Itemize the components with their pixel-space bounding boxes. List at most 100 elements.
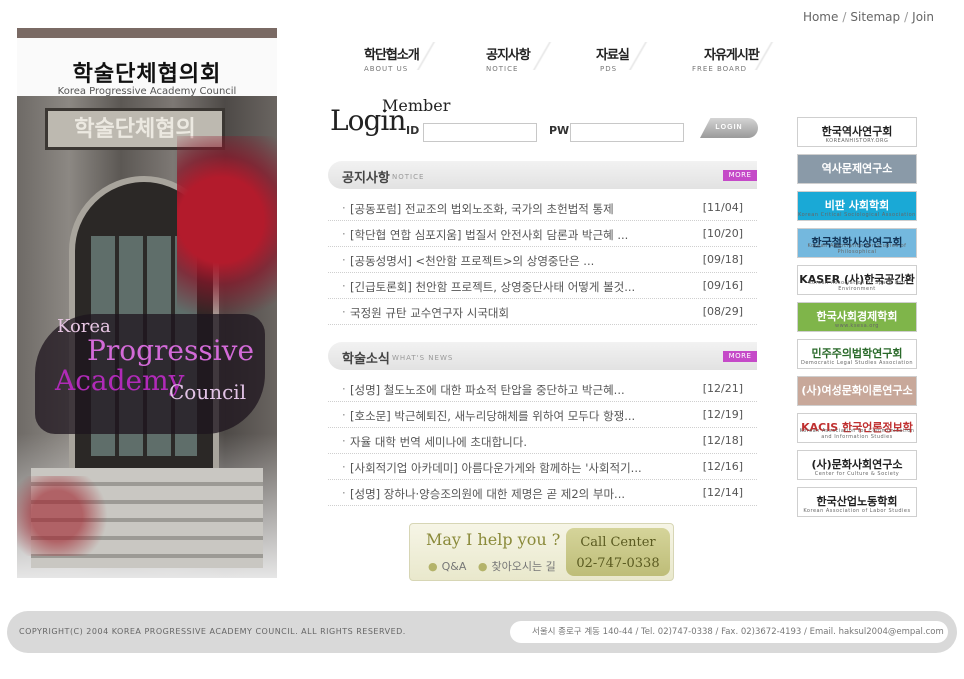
bullet-icon: ·: [342, 201, 346, 215]
list-item[interactable]: · [학단협 연합 심포지움] 법질서 안전사회 담론과 박근혜 ... [10/2…: [328, 221, 757, 247]
sitemap-link[interactable]: Sitemap: [850, 10, 900, 24]
nav-about-us[interactable]: 학단협소개 ABOUT US: [364, 42, 436, 73]
qa-link[interactable]: Q&A: [442, 560, 467, 573]
nav-label-en: FREE BOARD: [692, 65, 748, 73]
item-date: [11/04]: [702, 201, 743, 214]
partner-banner-label: 역사문제연구소: [821, 162, 893, 175]
bullet-icon: ·: [342, 253, 346, 267]
nav-slash-decoration: [416, 42, 436, 70]
nav-free-board[interactable]: 자유게시판 FREE BOARD: [692, 42, 774, 73]
partner-banner[interactable]: KASER (사)한국공간환경학회Korean Association of S…: [797, 265, 917, 295]
nav-label-kr: 자료실: [596, 48, 630, 63]
bullet-icon: ·: [342, 305, 346, 319]
bullet-icon: ·: [342, 279, 346, 293]
copyright-text: COPYRIGHT(C) 2004 KOREA PROGRESSIVE ACAD…: [19, 627, 406, 636]
partner-banner[interactable]: 민주주의법학연구회 Democratic Legal Studies Associ…: [797, 339, 917, 369]
nav-slash-decoration: [754, 42, 774, 70]
partner-banner[interactable]: 역사문제연구소: [797, 154, 917, 184]
partner-banner-subtitle: Korean Association for Studies of Philos…: [807, 243, 907, 255]
item-title[interactable]: 자율 대학 번역 세미나에 초대합니다.: [350, 434, 668, 450]
partner-banner-subtitle: KOREANHISTORY.ORG: [825, 138, 889, 144]
list-item[interactable]: · [호소문] 박근혜퇴진, 새누리당해체를 위하여 모두다 항쟁... [12/1…: [328, 402, 757, 428]
partner-banner[interactable]: 비판 사회학회 Korean Critical Sociological Asso…: [797, 191, 917, 221]
nav-pds[interactable]: 자료실 PDS: [596, 42, 648, 73]
partner-banner[interactable]: 한국철학사상연구회 Korean Association for Studies …: [797, 228, 917, 258]
partner-banner[interactable]: (사)여성문화이론연구소: [797, 376, 917, 406]
call-center-box: Call Center 02-747-0338: [566, 528, 670, 576]
password-input[interactable]: [570, 123, 684, 142]
brand-text-progressive: Progressive: [87, 334, 255, 367]
call-center-title: Call Center: [580, 535, 656, 550]
partner-banner[interactable]: 한국사회경제학회 www.ksesa.org: [797, 302, 917, 332]
news-more-button[interactable]: MORE: [723, 351, 757, 362]
list-item[interactable]: · [사회적기업 아카데미] 아름다운가게와 함께하는 '사회적기... [12/1…: [328, 454, 757, 480]
item-date: [12/16]: [702, 460, 743, 473]
item-title[interactable]: [사회적기업 아카데미] 아름다운가게와 함께하는 '사회적기...: [350, 460, 668, 476]
site-logo[interactable]: 학술단체협의회 Korea Progressive Academy Counci…: [17, 28, 277, 97]
partner-banner[interactable]: (사)문화사회연구소 Center for Culture & Society: [797, 450, 917, 480]
item-title[interactable]: [호소문] 박근혜퇴진, 새누리당해체를 위하여 모두다 항쟁...: [350, 408, 668, 424]
help-box: May I help you ? ● Q&A ● 찾아오시는 길 Call Cent…: [409, 523, 674, 581]
partner-banner-subtitle: Korean Association of Labor Studies: [803, 508, 911, 514]
directions-link[interactable]: 찾아오시는 길: [491, 560, 555, 573]
item-title[interactable]: 국정원 규탄 교수연구자 시국대회: [350, 305, 668, 321]
building-photo: 학술단체협의 Korea Progressive Academy Council: [17, 96, 277, 578]
partner-banner[interactable]: 한국역사연구회 KOREANHISTORY.ORG: [797, 117, 917, 147]
item-title[interactable]: [학단협 연합 심포지움] 법질서 안전사회 담론과 박근혜 ...: [350, 227, 668, 243]
bullet-icon: ·: [342, 434, 346, 448]
partner-banner-subtitle: Democratic Legal Studies Association: [800, 360, 913, 366]
item-title[interactable]: [공동성명서] <천안함 프로젝트>의 상영중단은 ...: [350, 253, 668, 269]
brand-text-council: Council: [169, 380, 247, 404]
bullet-icon: ·: [342, 382, 346, 396]
item-title[interactable]: [성명] 장하나·양승조의원에 대한 제명은 곧 제2의 부마...: [350, 486, 668, 502]
list-item[interactable]: · 자율 대학 번역 세미나에 초대합니다. [12/18]: [328, 428, 757, 454]
login-button[interactable]: LOGIN: [700, 118, 758, 138]
help-links: ● Q&A ● 찾아오시는 길: [428, 558, 556, 574]
item-date: [09/16]: [702, 279, 743, 292]
separator: /: [904, 10, 909, 24]
item-date: [12/14]: [702, 486, 743, 499]
item-title[interactable]: [성명] 철도노조에 대한 파쇼적 탄압을 중단하고 박근혜...: [350, 382, 668, 398]
list-item[interactable]: · [성명] 철도노조에 대한 파쇼적 탄압을 중단하고 박근혜... [12/21…: [328, 376, 757, 402]
list-item[interactable]: · [성명] 장하나·양승조의원에 대한 제명은 곧 제2의 부마... [12/1…: [328, 480, 757, 506]
login-member-label: Member: [382, 96, 451, 115]
list-item[interactable]: · 국정원 규탄 교수연구자 시국대회 [08/29]: [328, 299, 757, 325]
nav-label-en: NOTICE: [486, 65, 519, 73]
item-date: [09/18]: [702, 253, 743, 266]
help-title: May I help you ?: [426, 530, 561, 549]
address-text: 서울시 종로구 계동 140-44 / Tel. 02)747-0338 / F…: [510, 621, 948, 643]
nav-label-kr: 학단협소개: [364, 48, 420, 63]
nav-slash-decoration: [628, 42, 648, 70]
nav-notice[interactable]: 공지사항 NOTICE: [486, 42, 552, 73]
partner-banner-label: (사)여성문화이론연구소: [801, 384, 913, 397]
brand-text-academy: Academy: [55, 364, 185, 397]
item-date: [12/21]: [702, 382, 743, 395]
list-item[interactable]: · [긴급토론회] 천안함 프로젝트, 상영중단사태 어떻게 볼것... [09/1…: [328, 273, 757, 299]
nav-slash-decoration: [532, 42, 552, 70]
partner-banner[interactable]: KACIS 한국언론정보학회Korean Association for Com…: [797, 413, 917, 443]
separator: /: [842, 10, 847, 24]
bullet-icon: ●: [428, 560, 438, 573]
notice-more-button[interactable]: MORE: [723, 170, 757, 181]
partner-banner[interactable]: 한국산업노동학회 Korean Association of Labor Stud…: [797, 487, 917, 517]
partner-banner-subtitle: Center for Culture & Society: [814, 471, 900, 477]
pw-label: PW: [549, 124, 570, 137]
item-date: [12/19]: [702, 408, 743, 421]
home-link[interactable]: Home: [803, 10, 838, 24]
left-panel: 학술단체협의회 Korea Progressive Academy Counci…: [17, 28, 277, 578]
id-input[interactable]: [423, 123, 537, 142]
partner-banner-subtitle: Korean Association of Space and Environm…: [808, 280, 906, 292]
partner-banner-subtitle: www.ksesa.org: [835, 323, 879, 329]
item-title[interactable]: [긴급토론회] 천안함 프로젝트, 상영중단사태 어떻게 볼것...: [350, 279, 668, 295]
bullet-icon: ·: [342, 486, 346, 500]
nav-label-en: PDS: [600, 65, 618, 73]
list-item[interactable]: · [공동포럼] 전교조의 법외노조화, 국가의 초헌법적 통제 [11/04]: [328, 195, 757, 221]
item-title[interactable]: [공동포럼] 전교조의 법외노조화, 국가의 초헌법적 통제: [350, 201, 668, 217]
item-date: [08/29]: [702, 305, 743, 318]
join-link[interactable]: Join: [912, 10, 934, 24]
list-item[interactable]: · [공동성명서] <천안함 프로젝트>의 상영중단은 ... [09/18]: [328, 247, 757, 273]
partner-banner-label: 한국사회경제학회: [816, 310, 898, 323]
nav-label-en: ABOUT US: [364, 65, 409, 73]
partner-banner-label: 비판 사회학회: [824, 199, 890, 212]
item-date: [12/18]: [702, 434, 743, 447]
